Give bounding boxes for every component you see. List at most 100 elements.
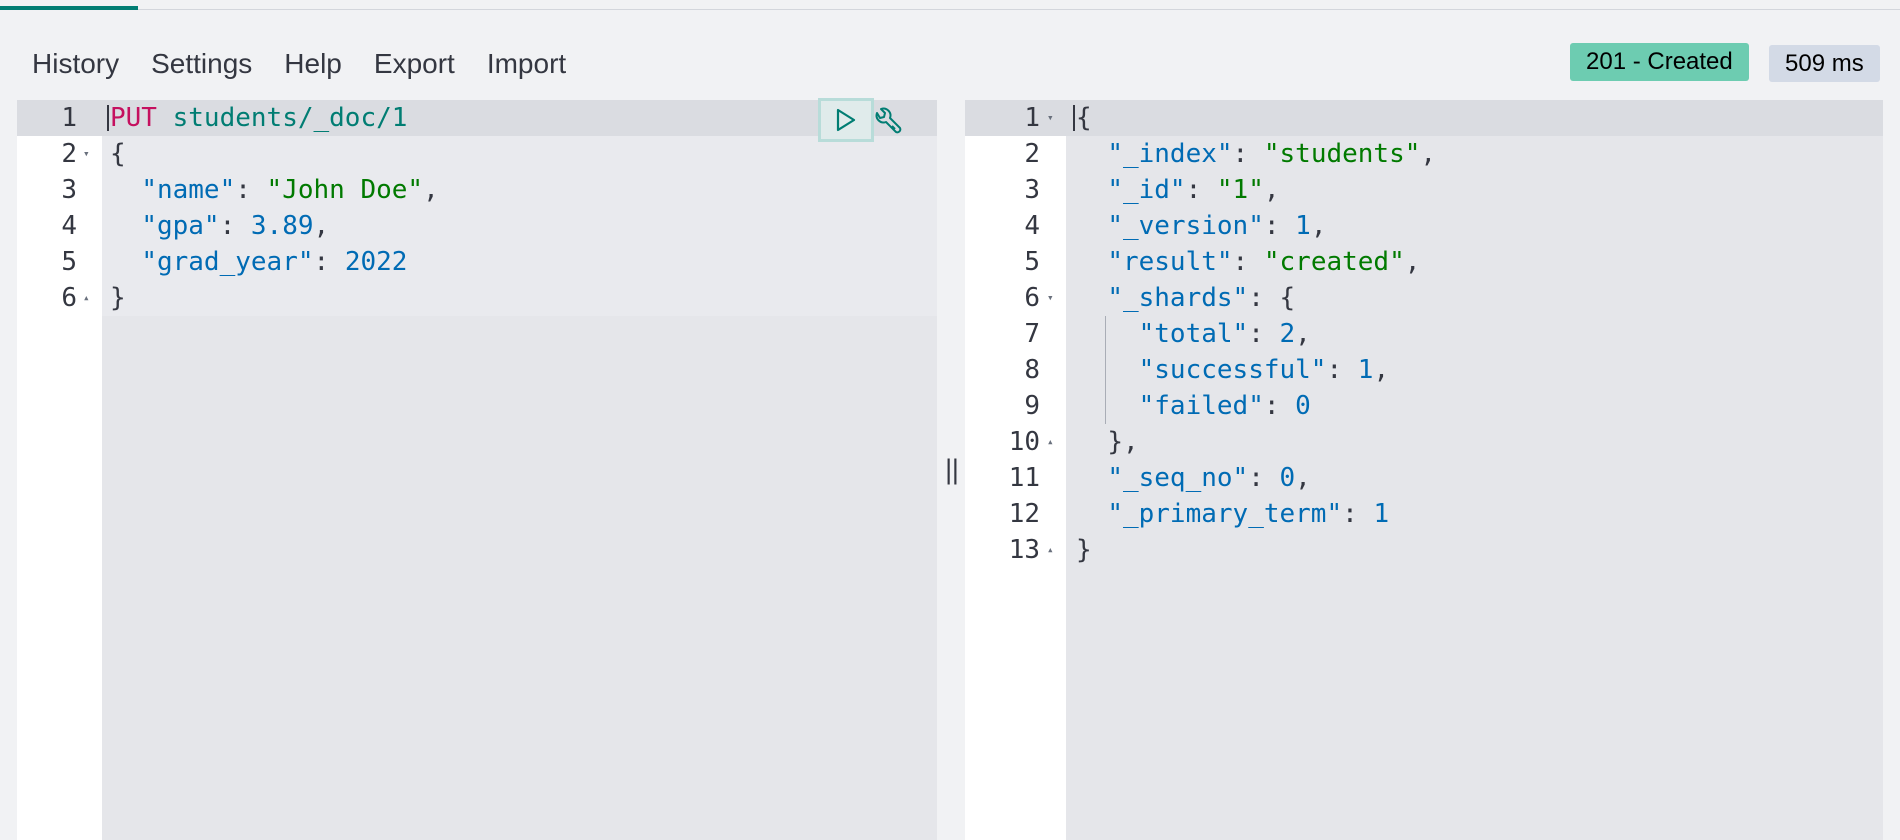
pane-resizer[interactable]: ||	[937, 100, 965, 840]
code-text: "_version": 1,	[1107, 211, 1327, 241]
line-number: 5	[61, 247, 77, 277]
code-line[interactable]: 10 ▴ },	[965, 424, 1883, 460]
fold-icon[interactable]: ▴	[1047, 532, 1054, 568]
active-tab-indicator	[0, 6, 138, 10]
json-key: "grad_year"	[141, 247, 314, 277]
code-text: "grad_year": 2022	[141, 247, 408, 277]
code-line[interactable]: 7 "total": 2,	[965, 316, 1883, 352]
fold-icon[interactable]: ▴	[1047, 424, 1054, 460]
request-actions-button[interactable]	[870, 104, 906, 140]
response-viewer[interactable]: 1 ▾ { 2 "_index": "students", 3 "_id": "…	[965, 100, 1883, 840]
code-line[interactable]: 6 ▾ "_shards": {	[965, 280, 1883, 316]
code-line[interactable]: 4 "_version": 1,	[965, 208, 1883, 244]
code-text: {	[110, 136, 126, 172]
json-key: "_index"	[1107, 139, 1233, 169]
text-cursor	[1073, 105, 1075, 131]
menu-import[interactable]: Import	[487, 48, 566, 80]
code-line[interactable]: 3 "name": "John Doe",	[17, 172, 937, 208]
json-value: "John Doe"	[266, 175, 424, 205]
json-key: "result"	[1107, 247, 1233, 277]
json-value: 0	[1295, 391, 1311, 421]
line-number: 7	[1024, 319, 1040, 349]
brace: {	[110, 139, 126, 169]
json-value: 1	[1357, 355, 1374, 385]
code-line[interactable]: 5 "result": "created",	[965, 244, 1883, 280]
code-text: },	[1076, 424, 1139, 460]
line-number: 5	[1024, 247, 1040, 277]
response-lines: 1 ▾ { 2 "_index": "students", 3 "_id": "…	[965, 100, 1883, 568]
json-value: 3.89	[250, 211, 314, 241]
code-text: "result": "created",	[1107, 247, 1421, 277]
json-value: 1	[1295, 211, 1311, 241]
code-line[interactable]: 11 "_seq_no": 0,	[965, 460, 1883, 496]
json-key: "name"	[141, 175, 236, 205]
line-number: 10	[1008, 427, 1040, 457]
menu-export[interactable]: Export	[374, 48, 455, 80]
line-number: 2	[61, 139, 77, 169]
code-line[interactable]: 8 "successful": 1,	[965, 352, 1883, 388]
code-line[interactable]: 2 ▾ {	[17, 136, 937, 172]
line-number: 9	[1024, 391, 1040, 421]
code-text: "total": 2,	[1138, 319, 1311, 349]
send-request-button[interactable]	[818, 98, 874, 142]
code-line[interactable]: 5 "grad_year": 2022	[17, 244, 937, 280]
json-key: "_seq_no"	[1107, 463, 1249, 493]
json-value: 2022	[344, 247, 408, 277]
code-line[interactable]: 1 PUT students/_doc/1	[17, 100, 937, 136]
code-line[interactable]: 2 "_index": "students",	[965, 136, 1883, 172]
json-key: "successful"	[1138, 355, 1327, 385]
menu-history[interactable]: History	[32, 48, 119, 80]
menu-settings[interactable]: Settings	[151, 48, 252, 80]
code-line[interactable]: 1 ▾ {	[965, 100, 1883, 136]
line-number: 3	[1024, 175, 1040, 205]
code-text: "_primary_term": 1	[1107, 499, 1390, 529]
json-value: 0	[1279, 463, 1296, 493]
code-text: "_shards": {	[1107, 283, 1296, 313]
request-editor[interactable]: 1 PUT students/_doc/1 2 ▾ { 3 "name": "J…	[17, 100, 937, 840]
line-number: 11	[1008, 463, 1040, 493]
response-time-badge: 509 ms	[1769, 45, 1880, 82]
json-key: "_id"	[1107, 175, 1186, 205]
line-number: 13	[1008, 535, 1040, 565]
line-number: 1	[1024, 103, 1040, 133]
line-number: 8	[1024, 355, 1040, 385]
code-text: "name": "John Doe",	[141, 175, 439, 205]
fold-icon[interactable]: ▾	[1047, 100, 1054, 136]
fold-icon[interactable]: ▾	[83, 136, 90, 172]
code-text: "_seq_no": 0,	[1107, 463, 1311, 493]
line-number: 6	[1024, 283, 1040, 313]
brace: {	[1076, 103, 1092, 133]
code-line[interactable]: 13 ▴ }	[965, 532, 1883, 568]
json-value: "students"	[1263, 139, 1421, 169]
code-line[interactable]: 9 "failed": 0	[965, 388, 1883, 424]
drag-handle-icon: ||	[944, 455, 959, 485]
menu-help[interactable]: Help	[284, 48, 342, 80]
text-cursor	[107, 105, 109, 131]
code-text: }	[110, 280, 126, 316]
code-line[interactable]: 3 "_id": "1",	[965, 172, 1883, 208]
status-badge: 201 - Created	[1570, 43, 1749, 81]
brace: },	[1107, 427, 1139, 457]
code-text: "_id": "1",	[1107, 175, 1280, 205]
console-menu: History Settings Help Export Import	[32, 44, 598, 84]
line-number: 12	[1008, 499, 1040, 529]
code-text: "gpa": 3.89,	[141, 211, 330, 241]
request-url: students/_doc/1	[172, 103, 408, 133]
code-line[interactable]: 6 ▴ }	[17, 280, 937, 316]
fold-icon[interactable]: ▾	[1047, 280, 1054, 316]
code-text: }	[1076, 532, 1092, 568]
code-line[interactable]: 4 "gpa": 3.89,	[17, 208, 937, 244]
json-value: 1	[1373, 499, 1390, 529]
code-text: PUT students/_doc/1	[107, 100, 408, 136]
json-key: "_shards"	[1107, 283, 1249, 313]
code-text: "failed": 0	[1138, 391, 1311, 421]
line-number: 3	[61, 175, 77, 205]
fold-icon[interactable]: ▴	[83, 280, 90, 316]
json-key: "failed"	[1138, 391, 1264, 421]
json-value: 2	[1279, 319, 1296, 349]
json-value: "1"	[1216, 175, 1264, 205]
json-key: "_version"	[1107, 211, 1264, 241]
json-value: "created"	[1263, 247, 1405, 277]
line-number: 4	[1024, 211, 1040, 241]
code-line[interactable]: 12 "_primary_term": 1	[965, 496, 1883, 532]
